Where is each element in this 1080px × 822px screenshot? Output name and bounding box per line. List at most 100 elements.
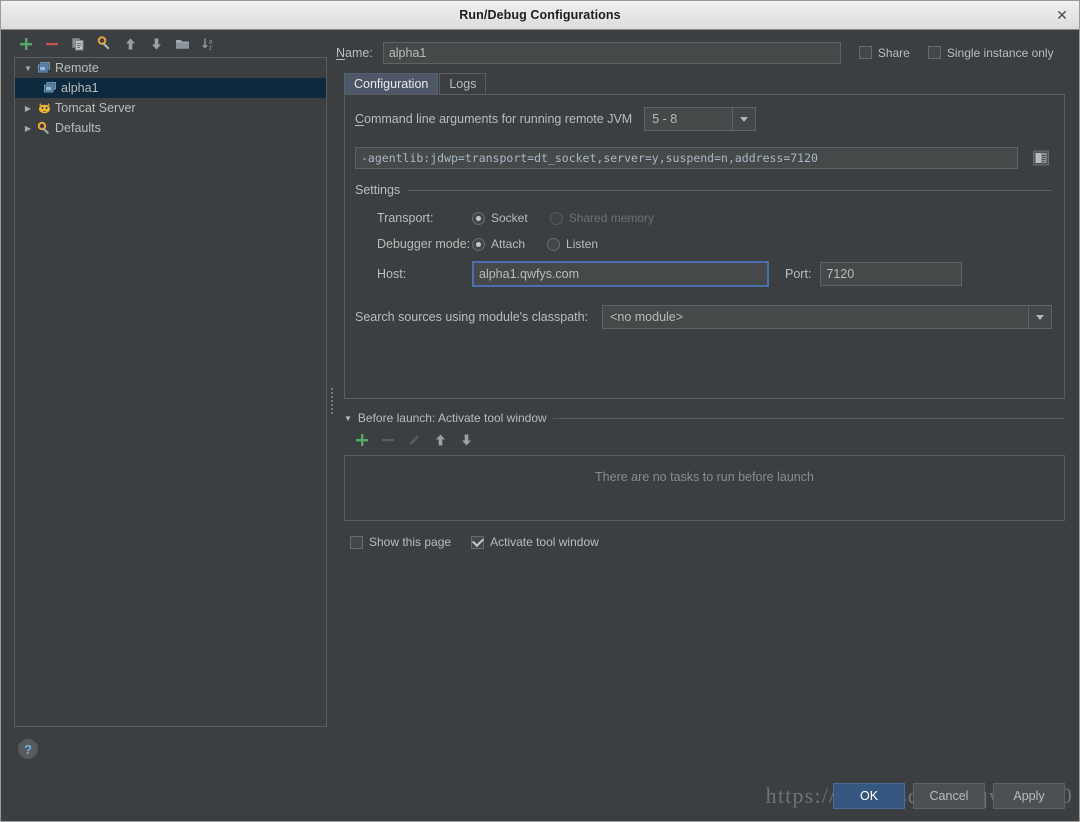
single-instance-checkbox[interactable]: Single instance only: [927, 45, 1054, 60]
tree-item-defaults[interactable]: ▶ Defaults: [15, 118, 326, 138]
dialog-content: a z ▼ Remote alpha1 ▶ Tomcat Server ▶ De…: [1, 30, 1079, 771]
single-instance-label: Single instance only: [946, 45, 1054, 60]
sort-alphabetically-button[interactable]: a z: [196, 33, 220, 55]
chevron-right-icon[interactable]: ▶: [21, 124, 35, 133]
radio-indicator: [549, 211, 563, 225]
chevron-down-icon[interactable]: ▼: [344, 414, 352, 423]
radio-indicator: [472, 237, 485, 251]
svg-text:z: z: [209, 45, 212, 51]
debugger-mode-radio-listen[interactable]: Listen: [547, 237, 598, 251]
remote-icon: [41, 81, 59, 95]
module-classpath-value: <no module>: [610, 310, 684, 324]
help-icon[interactable]: ?: [17, 738, 39, 760]
before-launch-task-list[interactable]: There are no tasks to run before launch: [344, 455, 1065, 521]
debugger-mode-row: Debugger mode: Attach Listen: [377, 231, 1052, 257]
remove-configuration-button[interactable]: [40, 33, 64, 55]
configuration-editor-pane: Name: Share Single instance only Configu…: [336, 30, 1079, 771]
chevron-down-icon[interactable]: [732, 108, 756, 130]
transport-radio-shared-memory: Shared memory: [549, 211, 655, 225]
transport-row: Transport: Socket Shared memory: [377, 205, 1052, 231]
copy-icon: [72, 37, 84, 50]
share-checkbox[interactable]: Share: [858, 46, 910, 60]
pencil-icon: [409, 435, 419, 445]
activate-tool-window-checkbox-box: [471, 535, 485, 549]
activate-tool-window-checkbox[interactable]: Activate tool window: [471, 535, 599, 549]
move-task-up-button[interactable]: [428, 429, 452, 451]
host-input[interactable]: [472, 261, 769, 287]
move-up-button[interactable]: [118, 33, 142, 55]
add-task-button[interactable]: [350, 429, 374, 451]
ok-button[interactable]: OK: [833, 783, 905, 809]
copy-configuration-button[interactable]: [66, 33, 90, 55]
module-classpath-select[interactable]: <no module>: [602, 305, 1052, 329]
dialog-titlebar: Run/Debug Configurations ✕: [1, 1, 1079, 30]
edit-templates-button[interactable]: [92, 33, 116, 55]
activate-tool-window-label: Activate tool window: [490, 535, 599, 549]
tree-toolbar: a z: [1, 30, 328, 57]
search-sources-row: Search sources using module's classpath:…: [355, 305, 1052, 329]
remote-icon: [35, 61, 53, 75]
debugger-mode-listen-label: Listen: [566, 237, 599, 251]
tree-item-alpha1[interactable]: alpha1: [15, 78, 326, 98]
host-label: Host:: [377, 267, 407, 281]
remove-task-button: [376, 429, 400, 451]
tree-item-label: Defaults: [55, 121, 101, 135]
before-launch-toolbar: [344, 425, 1065, 455]
tree-item-label: alpha1: [61, 81, 99, 95]
transport-label: Transport:: [377, 211, 434, 225]
configuration-tab-panel: Command line arguments for running remot…: [344, 94, 1065, 399]
name-input[interactable]: [382, 41, 841, 64]
arrow-up-icon: [435, 434, 445, 446]
debugger-mode-label: Debugger mode:: [377, 237, 471, 251]
transport-radio-socket[interactable]: Socket: [472, 211, 528, 225]
transport-shared-memory-label: Shared memory: [568, 211, 655, 225]
debugger-mode-radio-attach[interactable]: Attach: [472, 237, 525, 251]
radio-indicator: [472, 211, 485, 225]
cancel-button[interactable]: Cancel: [913, 783, 985, 809]
chevron-down-icon[interactable]: [1028, 306, 1051, 328]
show-this-page-checkbox-box: [350, 535, 363, 549]
group-divider: [552, 417, 1065, 419]
search-sources-label: Search sources using module's classpath:: [355, 310, 589, 324]
add-configuration-button[interactable]: [14, 33, 38, 55]
command-line-label: Command line arguments for running remot…: [355, 112, 633, 126]
move-down-button[interactable]: [144, 33, 168, 55]
apply-button[interactable]: Apply: [993, 783, 1065, 809]
agent-args-input[interactable]: [355, 147, 1018, 169]
before-launch-header[interactable]: ▼ Before launch: Activate tool window: [344, 411, 1065, 425]
port-input[interactable]: [820, 262, 963, 286]
arrow-down-icon: [461, 434, 471, 446]
dialog-title: Run/Debug Configurations: [459, 8, 621, 22]
name-row: Name: Share Single instance only: [336, 30, 1073, 69]
arrow-down-icon: [151, 38, 161, 49]
chevron-right-icon[interactable]: ▶: [21, 104, 35, 113]
dialog-button-bar: https://blog.csdn.net/qwfys200 OK Cancel…: [1, 771, 1079, 821]
sort-az-icon: a z: [201, 38, 213, 51]
debugger-mode-attach-label: Attach: [491, 237, 526, 251]
edit-task-button: [402, 429, 426, 451]
transport-socket-label: Socket: [491, 211, 528, 225]
copy-to-clipboard-icon[interactable]: [1030, 147, 1052, 169]
tree-item-label: Tomcat Server: [55, 101, 136, 115]
create-folder-button[interactable]: [170, 33, 194, 55]
plus-icon: [356, 434, 368, 446]
move-task-down-button[interactable]: [454, 429, 478, 451]
tomcat-icon: [35, 101, 53, 115]
tree-item-remote[interactable]: ▼ Remote: [15, 58, 326, 78]
chevron-down-icon[interactable]: ▼: [21, 64, 35, 73]
pane-splitter[interactable]: [328, 30, 336, 771]
group-divider: [407, 189, 1052, 191]
settings-group-title: Settings: [355, 183, 401, 197]
tab-configuration[interactable]: Configuration: [344, 73, 439, 94]
editor-tabs: Configuration Logs: [336, 73, 1073, 94]
show-this-page-label: Show this page: [369, 535, 452, 549]
configurations-tree[interactable]: ▼ Remote alpha1 ▶ Tomcat Server ▶ Defaul…: [14, 57, 327, 727]
name-label: Name:: [336, 45, 373, 60]
tree-item-tomcat-server[interactable]: ▶ Tomcat Server: [15, 98, 326, 118]
show-this-page-checkbox[interactable]: Show this page: [350, 535, 451, 549]
jvm-version-select[interactable]: 5 - 8: [644, 107, 757, 131]
minus-icon: [46, 42, 58, 45]
tab-logs[interactable]: Logs: [439, 73, 487, 94]
close-icon[interactable]: ✕: [1053, 6, 1071, 24]
plus-icon: [20, 37, 32, 50]
